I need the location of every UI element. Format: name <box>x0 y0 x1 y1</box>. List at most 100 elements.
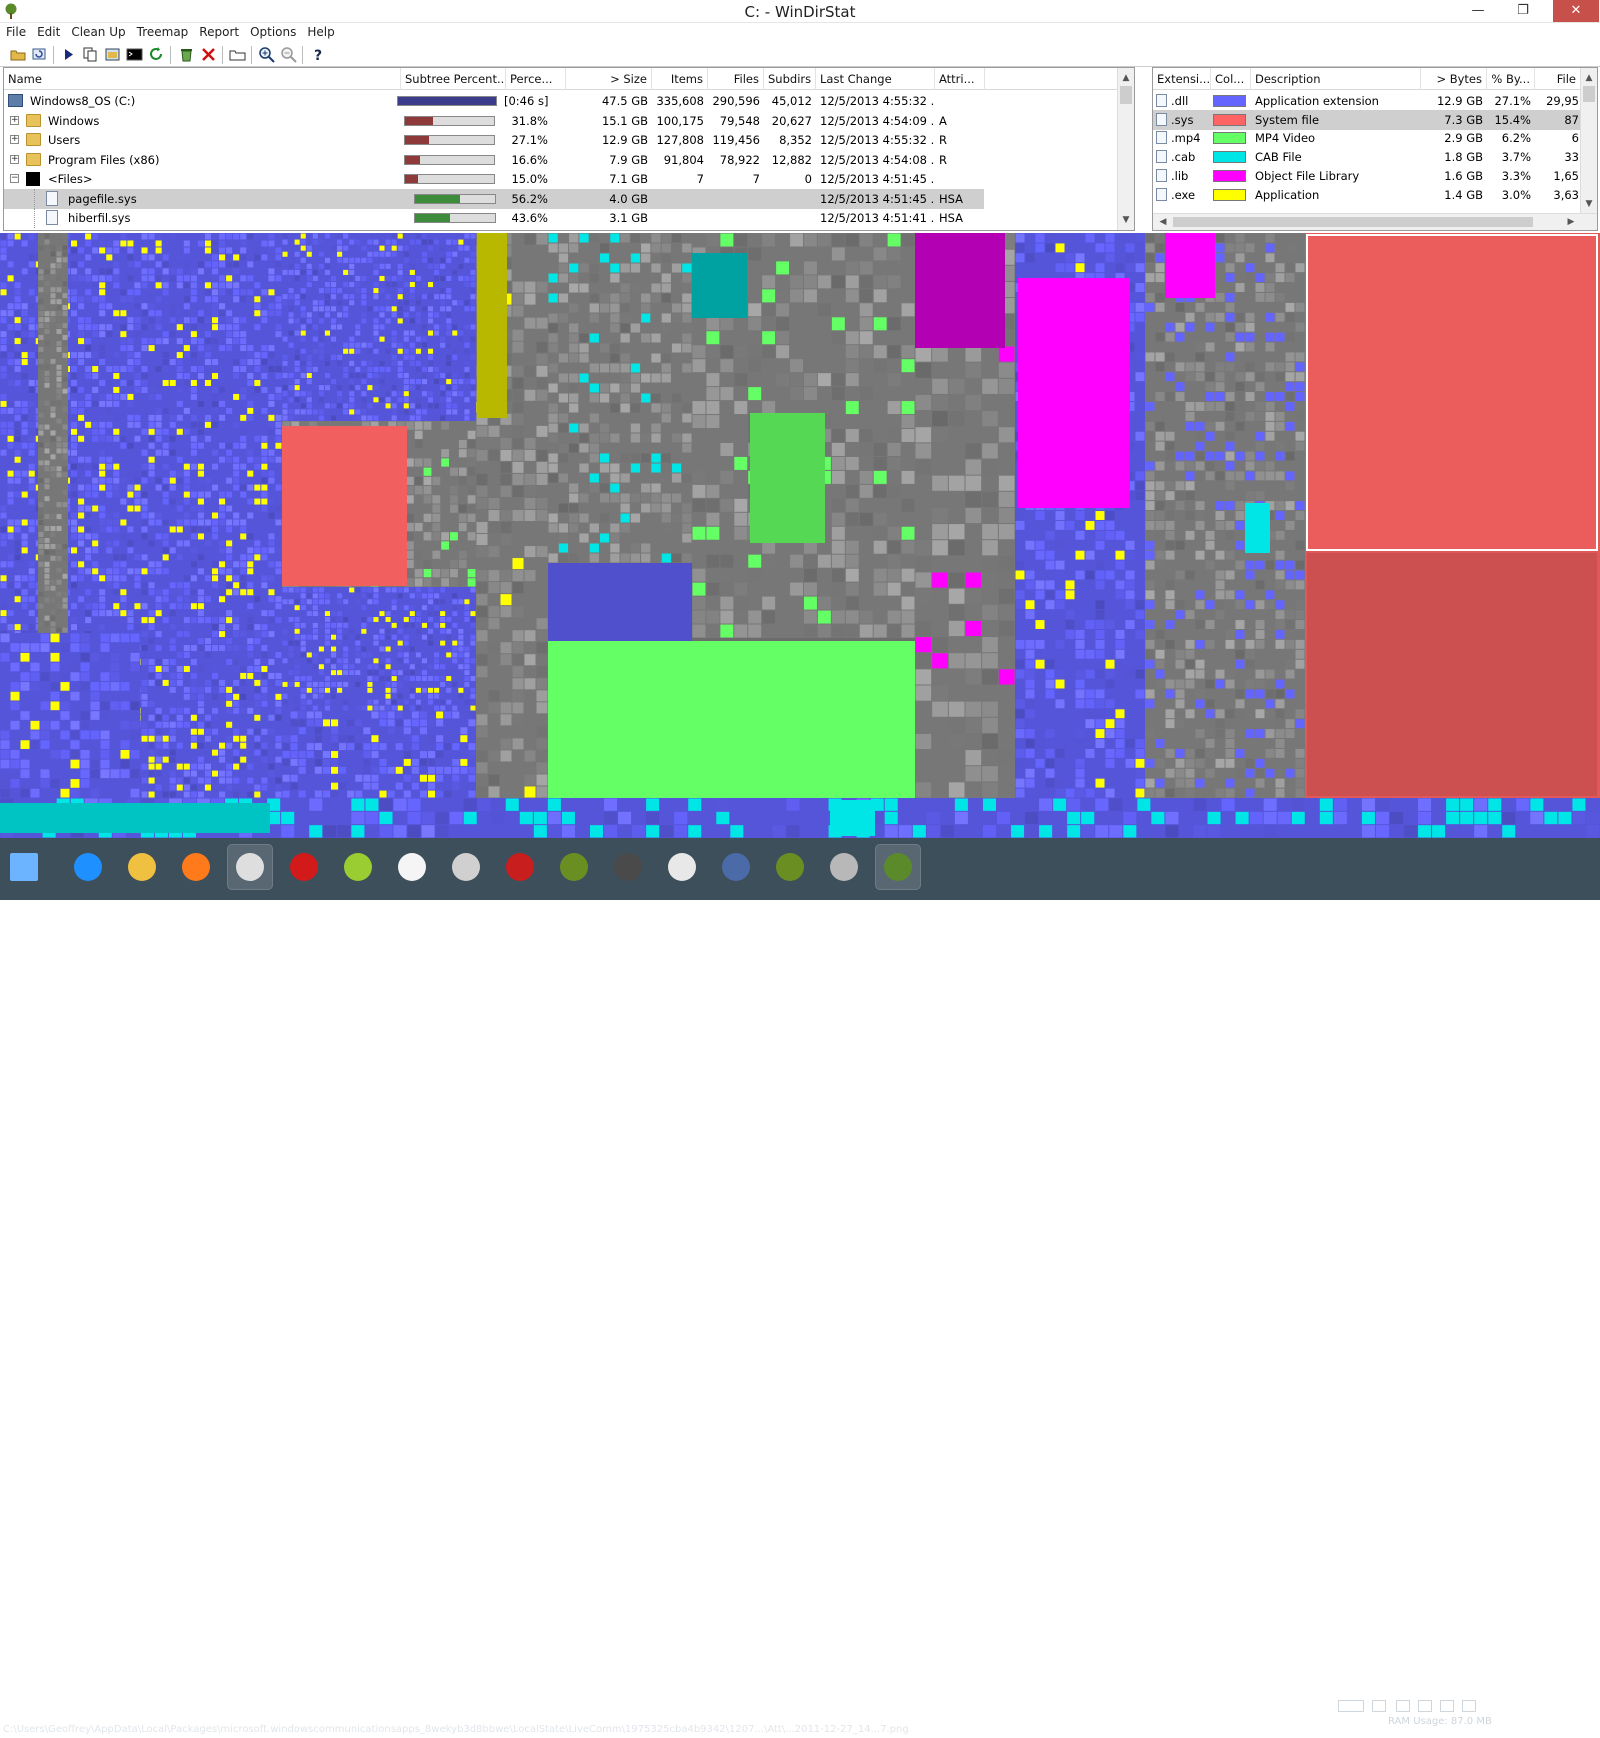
treemap-cell[interactable] <box>22 422 28 428</box>
treemap-cell[interactable] <box>71 779 80 788</box>
treemap-cell[interactable] <box>45 401 50 406</box>
treemap-cell[interactable] <box>434 276 439 281</box>
treemap-cell[interactable] <box>1176 719 1185 728</box>
treemap-cell[interactable] <box>380 246 385 251</box>
treemap-cell[interactable] <box>99 526 105 532</box>
treemap-cell[interactable] <box>916 427 932 442</box>
treemap-cell[interactable] <box>29 610 35 616</box>
treemap-cell[interactable] <box>424 477 432 485</box>
treemap-cell[interactable] <box>404 783 411 790</box>
treemap-cell[interactable] <box>163 596 169 602</box>
treemap-cell[interactable] <box>163 352 169 358</box>
treemap-cell[interactable] <box>706 387 719 400</box>
treemap-cell[interactable] <box>45 598 50 603</box>
col-color[interactable]: Col... <box>1211 68 1251 90</box>
treemap-cell[interactable] <box>268 422 274 428</box>
treemap-cell[interactable] <box>631 364 640 373</box>
treemap-cell[interactable] <box>91 682 100 691</box>
treemap-cell[interactable] <box>45 568 50 573</box>
treemap-cell[interactable] <box>106 485 112 491</box>
treemap-cell[interactable] <box>268 352 274 358</box>
treemap-cell[interactable] <box>191 331 197 337</box>
treemap-cell[interactable] <box>398 694 403 699</box>
treemap-cell[interactable] <box>283 775 290 782</box>
treemap-cell[interactable] <box>610 384 619 393</box>
treemap-cell[interactable] <box>392 234 397 239</box>
treemap-cell[interactable] <box>177 506 183 512</box>
treemap-cell[interactable] <box>416 349 421 354</box>
treemap-cell[interactable] <box>51 622 56 627</box>
treemap-cell[interactable] <box>313 367 318 372</box>
treemap-cell[interactable] <box>361 623 366 628</box>
treemap-cell[interactable] <box>120 478 126 484</box>
treemap-cell[interactable] <box>537 318 548 329</box>
treemap-cell[interactable] <box>170 715 176 721</box>
treemap-cell[interactable] <box>275 708 281 714</box>
treemap-cell[interactable] <box>412 743 419 750</box>
treemap-cell[interactable] <box>219 631 225 637</box>
treemap-cell[interactable] <box>468 578 476 586</box>
treemap-cell[interactable] <box>982 637 998 652</box>
treemap-cell[interactable] <box>134 582 140 588</box>
treemap-cell[interactable] <box>331 652 336 657</box>
treemap-cell[interactable] <box>191 296 197 302</box>
treemap-cell[interactable] <box>240 582 246 588</box>
treemap-cell[interactable] <box>134 261 140 267</box>
treemap-cell[interactable] <box>240 568 246 574</box>
treemap-cell[interactable] <box>1156 739 1165 748</box>
treemap-cell[interactable] <box>63 442 68 447</box>
treemap-cell[interactable] <box>966 573 982 588</box>
treemap-cell[interactable] <box>349 670 354 675</box>
treemap-cell[interactable] <box>1046 759 1055 768</box>
treemap-cell[interactable] <box>1096 521 1105 530</box>
treemap-cell[interactable] <box>458 647 463 652</box>
treemap-cell[interactable] <box>734 373 747 386</box>
treemap-cell[interactable] <box>63 335 68 340</box>
treemap-cell[interactable] <box>247 624 253 630</box>
treemap-cell[interactable] <box>219 247 225 253</box>
treemap-cell[interactable] <box>392 331 397 336</box>
treemap-cell[interactable] <box>219 303 225 309</box>
treemap-cell[interactable] <box>513 294 524 305</box>
treemap-cell[interactable] <box>142 526 148 532</box>
treemap-cell[interactable] <box>283 385 288 390</box>
treemap-cell[interactable] <box>434 312 439 317</box>
treemap-cell[interactable] <box>1186 600 1195 609</box>
treemap-cell[interactable] <box>301 593 306 598</box>
treemap-cell[interactable] <box>363 783 370 790</box>
treemap-cell[interactable] <box>404 391 409 396</box>
treemap-cell[interactable] <box>163 617 169 623</box>
treemap-cell[interactable] <box>422 373 427 378</box>
treemap-cell[interactable] <box>1146 709 1155 718</box>
treemap-cell[interactable] <box>1096 699 1105 708</box>
treemap-cell[interactable] <box>170 268 176 274</box>
treemap-cell[interactable] <box>205 554 211 560</box>
treemap-cell[interactable] <box>1176 392 1185 401</box>
treemap-cell[interactable] <box>386 264 391 269</box>
treemap-cell[interactable] <box>29 450 35 456</box>
treemap-cell[interactable] <box>1046 243 1055 252</box>
treemap-cell[interactable] <box>113 415 119 421</box>
treemap-cell[interactable] <box>422 294 427 299</box>
treemap-cell[interactable] <box>45 323 50 328</box>
treemap-cell[interactable] <box>468 767 475 774</box>
treemap-cell[interactable] <box>559 254 568 263</box>
treemap-cell[interactable] <box>295 635 300 640</box>
treemap-cell[interactable] <box>283 641 288 646</box>
treemap-cell[interactable] <box>170 750 176 756</box>
treemap-cell[interactable] <box>373 670 378 675</box>
treemap-cell[interactable] <box>1036 234 1045 243</box>
treemap-cell[interactable] <box>440 318 445 323</box>
treemap-sys-block[interactable] <box>282 426 407 586</box>
treemap-cell[interactable] <box>8 345 14 351</box>
treemap-cell[interactable] <box>57 442 62 447</box>
treemap-cell[interactable] <box>966 476 982 491</box>
treemap-cell[interactable] <box>22 303 28 309</box>
treemap-cell[interactable] <box>846 275 859 288</box>
treemap-cell[interactable] <box>337 361 342 366</box>
treemap-cell[interactable] <box>313 658 318 663</box>
treemap-cell[interactable] <box>631 384 640 393</box>
copy-icon[interactable] <box>82 46 99 63</box>
treemap-cell[interactable] <box>590 444 599 453</box>
treemap-cell[interactable] <box>501 462 512 473</box>
